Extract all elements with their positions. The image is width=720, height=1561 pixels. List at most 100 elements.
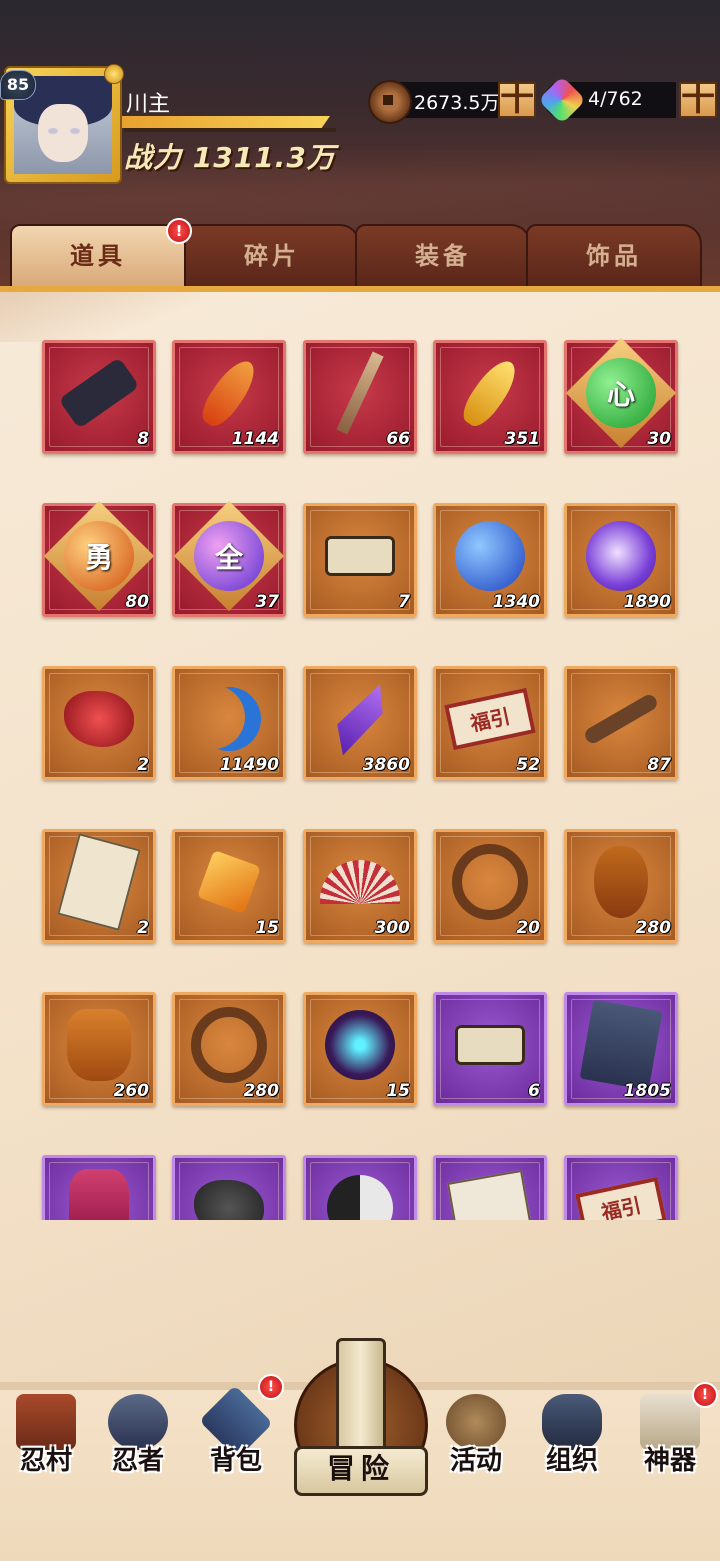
avatar-eye-left	[48, 128, 58, 134]
inventory-item[interactable]: 300	[303, 829, 417, 943]
inventory-item[interactable]: 福引	[564, 1155, 678, 1220]
inventory-item[interactable]: 1340	[433, 503, 547, 617]
item-count: 300	[374, 918, 411, 938]
inventory-item[interactable]: 7	[303, 503, 417, 617]
inventory-item[interactable]: 280	[564, 829, 678, 943]
all-orb-icon: 全	[194, 520, 264, 591]
blue-flame-orb-icon	[325, 1009, 395, 1080]
purple-orb-icon	[586, 520, 656, 591]
tab-items[interactable]: 道具	[10, 224, 186, 290]
needles-icon	[191, 1006, 267, 1083]
name-banner	[122, 116, 330, 128]
inventory-item[interactable]: 260	[42, 992, 156, 1106]
tab-accessories[interactable]: 饰品	[526, 224, 702, 288]
jar-icon	[67, 1008, 131, 1081]
nav-activity-label: 活动	[449, 1446, 502, 1476]
tab-equipment[interactable]: 装备	[355, 224, 531, 288]
inventory-item[interactable]	[172, 1155, 286, 1220]
nav-ninja[interactable]: 忍者	[98, 1384, 178, 1504]
item-count: 11490	[219, 755, 279, 775]
inventory-item[interactable]: 11490	[172, 666, 286, 780]
inventory-item[interactable]: 15	[303, 992, 417, 1106]
item-count: 6	[528, 1081, 540, 1101]
name-banner-edge	[124, 128, 336, 132]
inventory-item[interactable]: 66	[303, 340, 417, 454]
item-count: 15	[386, 1081, 410, 1101]
inventory-item[interactable]: 2	[42, 829, 156, 943]
heart-orb-icon: 心	[586, 357, 656, 428]
lucky-coin-icon	[98, 64, 128, 86]
nav-artifact-label: 神器	[643, 1446, 696, 1476]
tab-items-alert-badge: !	[166, 218, 192, 244]
courage-orb-icon: 勇	[64, 520, 134, 591]
item-count: 8	[137, 429, 149, 449]
skill-book-icon	[579, 999, 663, 1091]
inventory-item[interactable]: 心 30	[564, 337, 678, 454]
nav-bag[interactable]: 背包 !	[196, 1374, 284, 1504]
item-count: 52	[516, 755, 540, 775]
inventory-item[interactable]: 15	[172, 829, 286, 943]
nav-adventure[interactable]: 冒险	[292, 1338, 428, 1498]
coins-display: 2673.5万	[368, 80, 506, 124]
nav-village-label: 忍村	[19, 1446, 72, 1476]
inventory-item[interactable]: 勇 80	[42, 500, 156, 617]
player-level-badge: 85	[0, 70, 36, 100]
nav-organization[interactable]: 组织	[532, 1384, 612, 1504]
item-count: 3860	[362, 755, 410, 775]
nav-village[interactable]: 忍村	[6, 1384, 86, 1504]
add-coins-button[interactable]: 十	[498, 82, 536, 118]
add-gems-button[interactable]: 十	[679, 82, 717, 118]
nav-bag-alert-badge: !	[258, 1374, 284, 1400]
item-count: 7	[398, 592, 410, 612]
item-count: 80	[125, 592, 149, 612]
inventory-item[interactable]: 20	[433, 829, 547, 943]
nav-ninja-label: 忍者	[111, 1446, 164, 1476]
potion-bottle-icon	[69, 1168, 129, 1220]
tab-fragments[interactable]: 碎片	[184, 224, 360, 288]
copper-coin-icon	[368, 80, 412, 124]
inventory-item[interactable]: 8	[42, 340, 156, 454]
nav-activity[interactable]: 活动	[436, 1384, 516, 1504]
inventory-panel: 8 1144 66 351 心 30 勇 80 全 37 7 1340 1890 2 11490 3860 福引…	[0, 292, 720, 1382]
combat-power: 战力 1311.3万	[124, 141, 336, 174]
scroll-icon	[325, 535, 395, 576]
item-count: 280	[243, 1081, 280, 1101]
inventory-item[interactable]: 3860	[303, 666, 417, 780]
gourd-icon	[594, 845, 648, 918]
item-count: 30	[647, 429, 671, 449]
gems-amount: 4/762	[588, 88, 643, 110]
inventory-item[interactable]	[303, 1155, 417, 1220]
nav-adventure-label: 冒险	[294, 1446, 428, 1496]
rope-icon	[452, 843, 528, 920]
inventory-item[interactable]: 1805	[564, 992, 678, 1106]
crescent-moon-icon	[197, 687, 261, 751]
item-count: 260	[113, 1081, 150, 1101]
item-count: 1144	[231, 429, 279, 449]
inventory-item[interactable]	[42, 1155, 156, 1220]
inventory-item[interactable]	[433, 1155, 547, 1220]
nav-artifact[interactable]: 神器 !	[630, 1382, 718, 1504]
inventory-tabs: 道具 ! 碎片 装备 饰品	[10, 218, 712, 290]
item-count: 37	[255, 592, 279, 612]
inventory-item[interactable]: 1144	[172, 340, 286, 454]
item-grid[interactable]: 8 1144 66 351 心 30 勇 80 全 37 7 1340 1890 2 11490 3860 福引…	[0, 322, 720, 1220]
player-name: 川主	[126, 92, 171, 117]
inventory-item[interactable]: 1890	[564, 503, 678, 617]
inventory-item[interactable]: 351	[433, 340, 547, 454]
inventory-item[interactable]: 6	[433, 992, 547, 1106]
item-count: 20	[516, 918, 540, 938]
gems-display: 4/762	[537, 75, 676, 125]
inventory-item[interactable]: 全 37	[172, 500, 286, 617]
inventory-item[interactable]: 福引 52	[433, 666, 547, 780]
purple-scroll-icon	[455, 1024, 525, 1065]
inventory-item[interactable]: 280	[172, 992, 286, 1106]
inventory-item[interactable]: 87	[564, 666, 678, 780]
item-count: 2	[137, 755, 149, 775]
item-count: 2	[137, 918, 149, 938]
item-count: 280	[635, 918, 672, 938]
coins-amount: 2673.5万	[414, 92, 500, 114]
inventory-item[interactable]: 2	[42, 666, 156, 780]
nav-organization-label: 组织	[545, 1446, 598, 1476]
item-count: 1340	[492, 592, 540, 612]
blue-orb-icon	[455, 520, 525, 591]
